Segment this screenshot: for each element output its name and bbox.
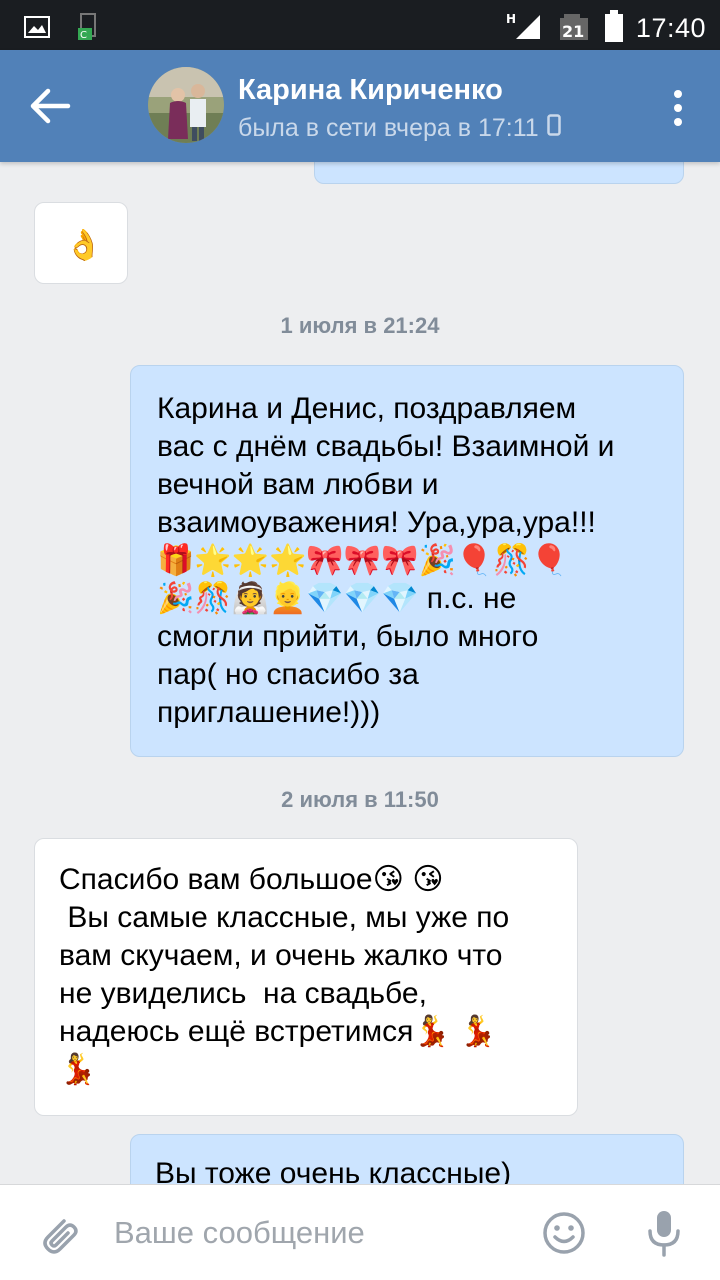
cpu-icon: C [76,12,102,47]
mobile-device-icon [546,114,561,143]
message-line: Спасибо вам большое😘 😘 [59,863,444,896]
chat-screen: C H 21 17:40 Карина Кириченко была в сет… [0,0,720,1280]
svg-text:C: C [80,30,87,41]
battery-icon: 21 [558,10,592,47]
message-line: взаимоуважения! Ура,ура,ура!!! [157,506,596,539]
battery-level-icon [604,10,624,47]
message-composer [0,1184,720,1280]
message-line: пар( но спасибо за [157,658,419,691]
avatar[interactable] [148,67,224,143]
message-line: вам скучаем, и очень жалко что [59,939,503,972]
message-line: Вы самые классные, мы уже по [59,901,510,934]
message-bubble-outgoing[interactable] [314,162,684,184]
message-text: 👌 [65,228,103,263]
date-separator: 1 июля в 21:24 [280,313,440,338]
message-line: 💃 [59,1053,97,1086]
last-seen-status: была в сети вчера в 17:11 [238,114,561,143]
voice-message-button[interactable] [640,1207,688,1259]
smiley-icon [543,1212,585,1254]
overflow-menu-button[interactable] [666,86,690,130]
gallery-icon [24,16,50,43]
date-separator: 2 июля в 11:50 [281,787,439,812]
chat-header: Карина Кириченко была в сети вчера в 17:… [0,50,720,162]
message-input[interactable] [114,1209,514,1257]
message-line: приглашение!))) [157,696,381,729]
battery-level: 21 [562,22,584,41]
emoji-button[interactable] [540,1209,588,1257]
message-bubble-outgoing[interactable]: Карина и Денис, поздравляем вас с днём с… [130,365,684,757]
microphone-icon [648,1211,680,1257]
message-line: 🎉🎊👰👱💎💎💎 п.с. не [157,582,517,615]
message-line: не увиделись на свадьбе, [59,977,427,1010]
contact-name[interactable]: Карина Кириченко [238,74,503,107]
network-type: H [506,12,516,26]
last-seen-text: была в сети вчера в 17:11 [238,114,539,142]
message-line: вас с днём свадьбы! Взаимной и [157,430,615,463]
more-dot-icon [674,118,682,126]
message-line: смогли прийти, было много [157,620,539,653]
message-line: 🎁🌟🌟🌟🎀🎀🎀🎉🎈🎊🎈 [157,543,568,578]
paperclip-icon [43,1219,78,1254]
message-line: Вы тоже очень классные) [155,1157,512,1184]
back-button[interactable] [22,78,78,134]
signal-icon: H [506,11,546,46]
message-list[interactable]: 👌 1 июля в 21:24 Карина и Денис, поздрав… [0,162,720,1184]
message-line: надеюсь ещё встретимся💃 💃 [59,1015,497,1048]
message-bubble-outgoing[interactable]: Вы тоже очень классные) [130,1134,684,1184]
message-line: Карина и Денис, поздравляем [157,392,577,425]
status-bar: C H 21 17:40 [0,0,720,50]
attach-button[interactable] [34,1209,82,1257]
back-arrow-icon [30,88,71,124]
message-bubble-incoming[interactable]: 👌 [34,202,128,284]
more-dot-icon [674,104,682,112]
status-time: 17:40 [635,13,706,43]
message-bubble-incoming[interactable]: Спасибо вам большое😘 😘 Вы самые классные… [34,838,578,1116]
message-line: вечной вам любви и [157,468,439,501]
more-dot-icon [674,90,682,98]
